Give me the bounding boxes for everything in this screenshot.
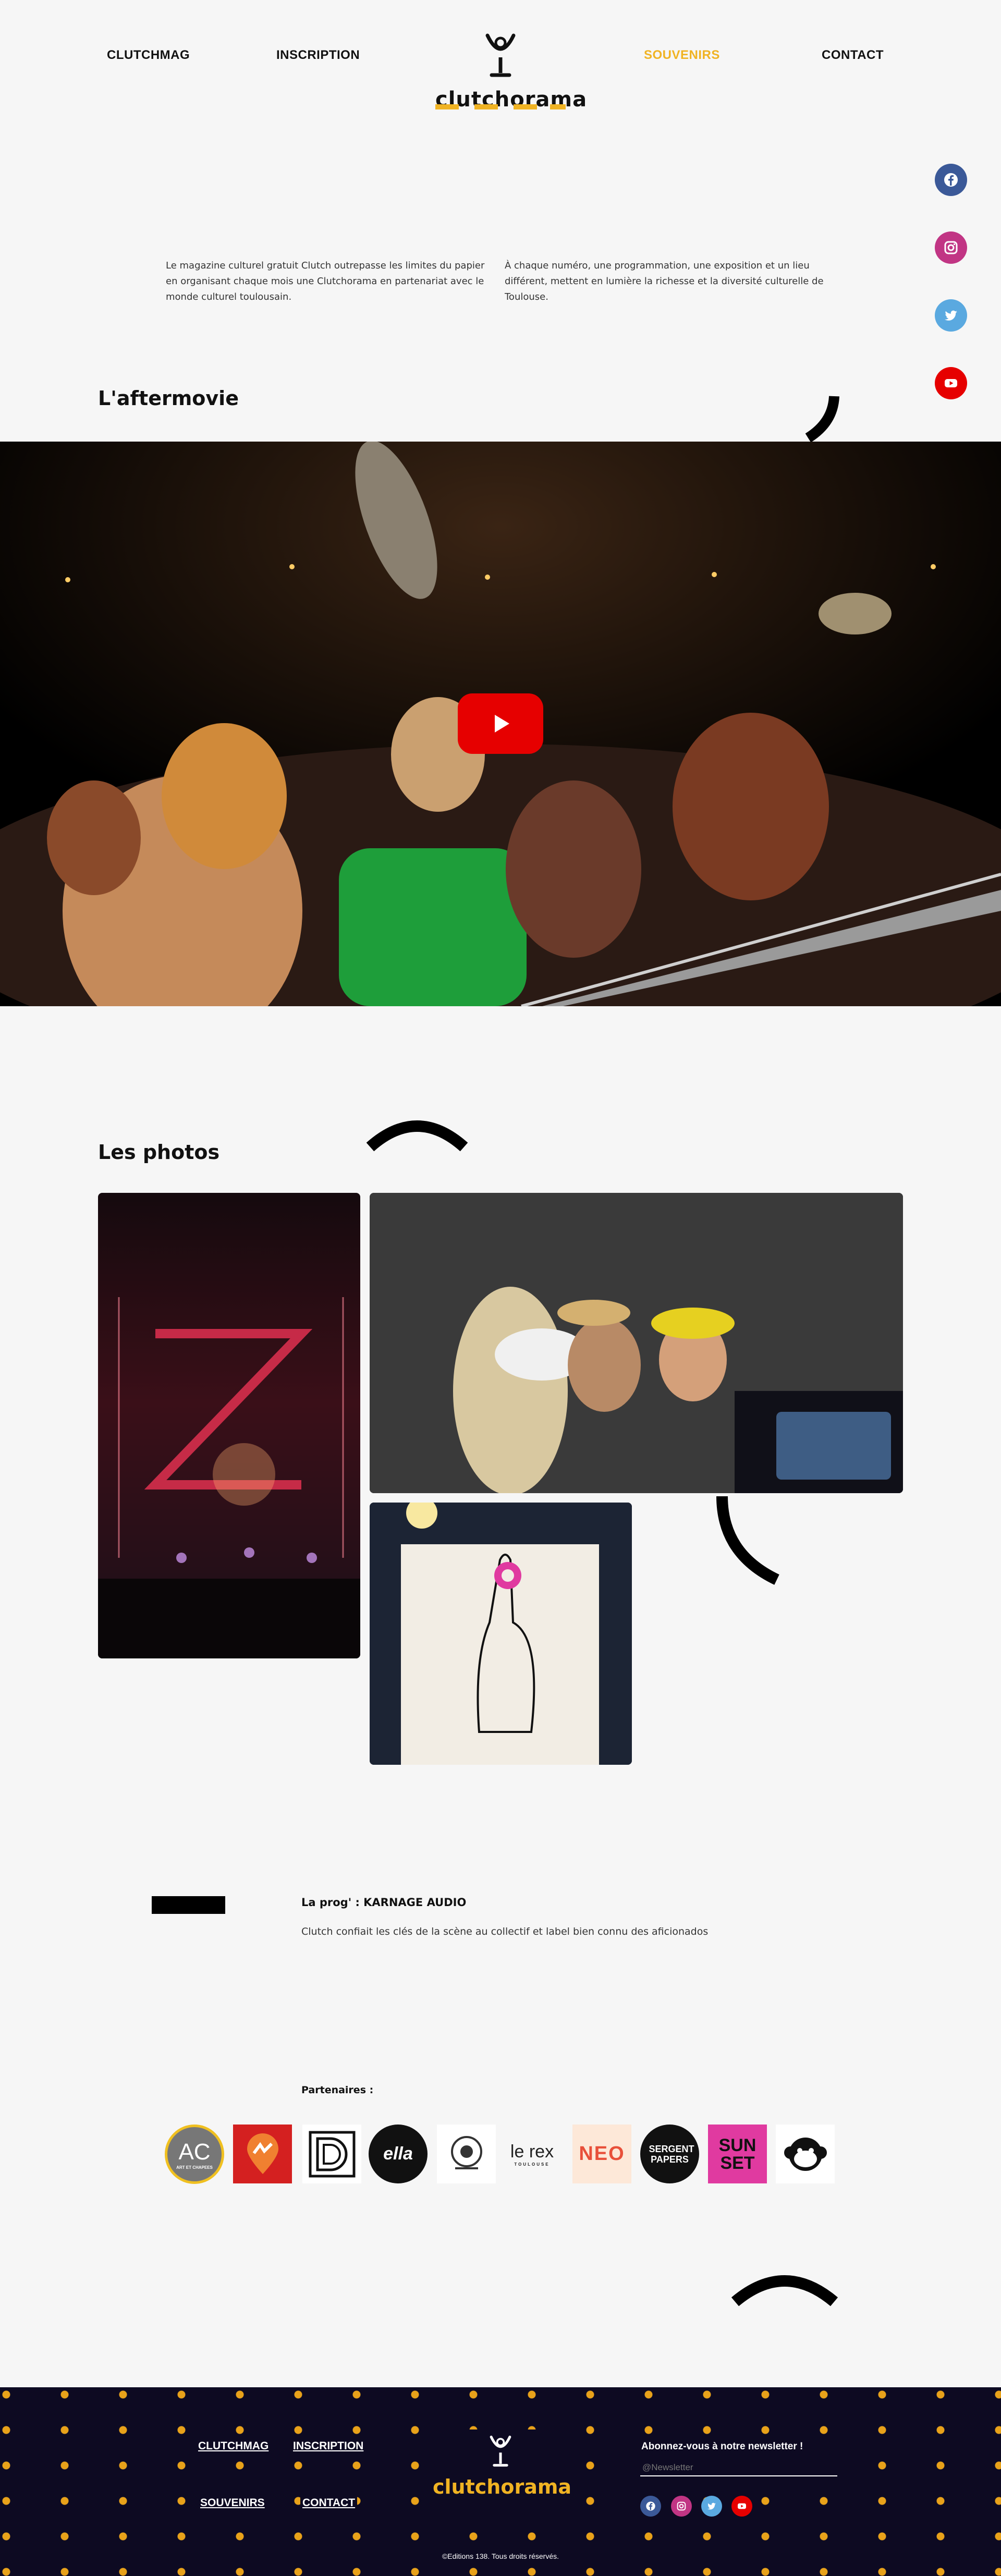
logo-underline (435, 104, 566, 109)
footer-instagram-button[interactable] (671, 2496, 692, 2517)
partner-logo-monkey[interactable] (776, 2125, 835, 2183)
emblem-icon (450, 2135, 482, 2169)
footer-link-inscription[interactable]: INSCRIPTION (291, 2439, 366, 2453)
facebook-icon (944, 173, 958, 187)
aftermovie-title: L'aftermovie (98, 387, 239, 410)
footer-twitter-button[interactable] (701, 2496, 722, 2517)
nav-inscription[interactable]: INSCRIPTION (276, 48, 360, 63)
photo-stage-z[interactable] (98, 1193, 360, 1658)
map-pin-icon (247, 2133, 278, 2174)
twitter-button[interactable] (935, 299, 967, 332)
facebook-button[interactable] (935, 164, 967, 196)
decorative-arc (805, 396, 839, 443)
partner-logo-emblem[interactable] (437, 2125, 496, 2183)
partner-logo-sunset[interactable]: SUN SET (708, 2125, 767, 2183)
stage-lights-image (98, 1297, 360, 1658)
photo-tote-bag[interactable] (370, 1503, 632, 1765)
instagram-icon (677, 2501, 686, 2511)
footer-logo-wordmark: clutchorama (433, 2475, 572, 2498)
partner-logo-neo[interactable]: NEO (572, 2125, 631, 2183)
copyright-text: ©Editions 138. Tous droits réservés. (0, 2551, 1001, 2561)
play-button[interactable] (458, 693, 543, 754)
intro-left-text: Le magazine culturel gratuit Clutch outr… (166, 260, 485, 302)
footer-link-souvenirs[interactable]: SOUVENIRS (198, 2496, 267, 2510)
youtube-icon (738, 2503, 746, 2509)
glass-logo-icon (490, 2435, 511, 2467)
footer-link-clutchmag[interactable]: CLUTCHMAG (196, 2439, 271, 2453)
decorative-bar (152, 1896, 225, 1914)
play-icon (495, 715, 509, 732)
twitter-icon (707, 2502, 716, 2510)
partner-logo-dd[interactable] (302, 2125, 361, 2183)
youtube-button[interactable] (935, 367, 967, 399)
youtube-icon (945, 379, 957, 387)
nav-souvenirs[interactable]: SOUVENIRS (644, 48, 720, 63)
twitter-icon (945, 310, 957, 321)
partner-logo-lerex[interactable]: le rex TOULOUSE (503, 2125, 561, 2183)
decorative-arc (366, 1120, 468, 1152)
dd-logo-icon (309, 2131, 355, 2177)
partner-logo-ella[interactable]: ella (369, 2125, 428, 2183)
glass-logo-icon (485, 33, 516, 77)
prog-description: Clutch confiait les clés de la scène au … (301, 1926, 709, 1937)
newsletter-input[interactable] (640, 2460, 837, 2476)
prog-title: La prog' : KARNAGE AUDIO (301, 1896, 467, 1909)
footer-logo[interactable]: clutchorama (433, 2430, 572, 2508)
partner-logo-ac[interactable]: AC ART ET CHAPEES (165, 2125, 224, 2184)
partners-label: Partenaires : (301, 2084, 374, 2096)
footer-youtube-button[interactable] (731, 2496, 752, 2517)
newsletter-title: Abonnez-vous à notre newsletter ! (639, 2440, 805, 2453)
footer-facebook-button[interactable] (640, 2496, 661, 2517)
monkey-icon (784, 2137, 827, 2171)
tote-bag-image (370, 1503, 632, 1765)
photos-title: Les photos (98, 1141, 220, 1164)
partner-logo-sergent-papers[interactable]: SERGENT PAPERS (640, 2125, 699, 2183)
nav-contact[interactable]: CONTACT (822, 48, 884, 63)
photo-cowboy-hats[interactable] (370, 1193, 903, 1493)
instagram-icon (944, 241, 958, 254)
decorative-arc (716, 1496, 779, 1585)
intro-right-text: À chaque numéro, une programmation, une … (505, 260, 824, 302)
nav-clutchmag[interactable]: CLUTCHMAG (107, 48, 190, 63)
header-logo[interactable]: clutchorama (435, 31, 587, 115)
instagram-button[interactable] (935, 231, 967, 264)
facebook-icon (646, 2501, 655, 2511)
photobooth-image (370, 1193, 903, 1493)
decorative-arc (731, 2275, 838, 2306)
partner-logo-pin[interactable] (233, 2125, 292, 2183)
footer-link-contact[interactable]: CONTACT (300, 2496, 358, 2510)
